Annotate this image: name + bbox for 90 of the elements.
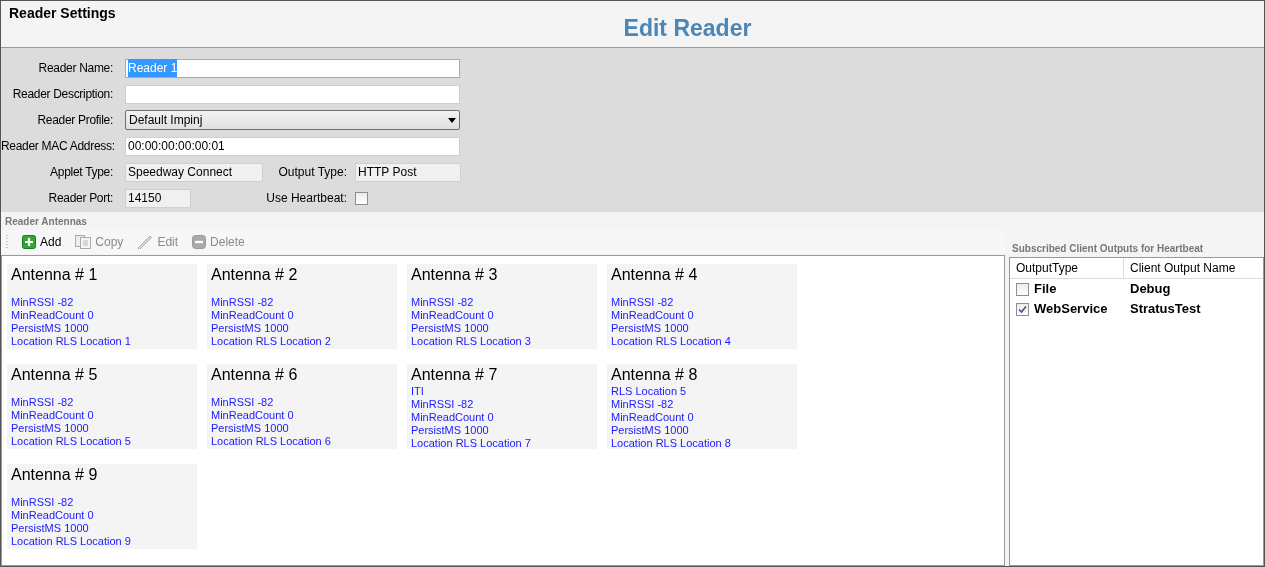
- antenna-property: MinRSSI -82: [411, 398, 475, 411]
- antenna-property: Location RLS Location 1: [11, 335, 132, 348]
- field-label: Reader Name:: [37, 60, 114, 77]
- antenna-property: PersistMS 1000: [211, 322, 290, 335]
- antenna-property: MinReadCount 0: [611, 411, 695, 424]
- antenna-title: Antenna # 2: [211, 265, 299, 285]
- antenna-title: Antenna # 7: [411, 365, 499, 385]
- field-label: Applet Type:: [49, 164, 114, 181]
- antenna-card[interactable]: Antenna # 6 MinRSSI -82 MinReadCount 0 PersistMS 1000 Location RLS Location 6: [207, 364, 397, 449]
- field-label: Use Heartbeat:: [265, 190, 348, 207]
- field-label: Output Type:: [277, 164, 348, 181]
- antenna-title: Antenna # 1: [11, 265, 99, 285]
- antenna-property: MinRSSI -82: [211, 396, 275, 409]
- plus-icon: [22, 235, 36, 249]
- antenna-card[interactable]: Antenna # 4 MinRSSI -82 MinReadCount 0 PersistMS 1000 Location RLS Location 4: [607, 264, 797, 349]
- antenna-property: MinRSSI -82: [611, 296, 675, 309]
- applet-type-field: Speedway Connect: [125, 162, 263, 182]
- antenna-card[interactable]: Antenna # 9 MinRSSI -82 MinReadCount 0 PersistMS 1000 Location RLS Location 9: [7, 464, 197, 549]
- antenna-property: PersistMS 1000: [11, 322, 90, 335]
- field-label: Reader MAC Address:: [1, 138, 116, 155]
- antenna-property: PersistMS 1000: [211, 422, 290, 435]
- antenna-property: Location RLS Location 2: [211, 335, 332, 348]
- antenna-card[interactable]: Antenna # 7 ITI MinRSSI -82 MinReadCount 0 PersistMS 1000 Location RLS Location 7: [407, 364, 597, 449]
- antenna-property: MinRSSI -82: [411, 296, 475, 309]
- field-value: Reader 1: [128, 59, 178, 77]
- antenna-property: PersistMS 1000: [11, 422, 90, 435]
- section-title: Subscribed Client Outputs for Heartbeat: [1011, 242, 1205, 256]
- antenna-card[interactable]: Antenna # 2 MinRSSI -82 MinReadCount 0 PersistMS 1000 Location RLS Location 2: [207, 264, 397, 349]
- antenna-property: MinRSSI -82: [611, 398, 675, 411]
- antenna-property: MinReadCount 0: [11, 309, 95, 322]
- antenna-title: Antenna # 8: [611, 365, 699, 385]
- section-title: Reader Antennas: [4, 215, 88, 229]
- antenna-property: PersistMS 1000: [411, 424, 490, 437]
- antenna-property: Location RLS Location 9: [11, 535, 132, 548]
- antenna-property: MinReadCount 0: [11, 409, 95, 422]
- antenna-property: Location RLS Location 8: [611, 437, 732, 450]
- antenna-property: Location RLS Location 6: [211, 435, 332, 448]
- antenna-property: Location RLS Location 4: [611, 335, 732, 348]
- antenna-property: MinReadCount 0: [211, 409, 295, 422]
- column-header[interactable]: Client Output Name: [1124, 258, 1263, 278]
- field-label: Reader Port:: [47, 190, 114, 207]
- field-label: Reader Description:: [11, 86, 114, 103]
- antenna-property: MinRSSI -82: [11, 496, 75, 509]
- antenna-property: MinRSSI -82: [211, 296, 275, 309]
- antenna-property: PersistMS 1000: [611, 322, 690, 335]
- antenna-card[interactable]: Antenna # 3 MinRSSI -82 MinReadCount 0 PersistMS 1000 Location RLS Location 3: [407, 264, 597, 349]
- reader-port-field: 14150: [125, 188, 191, 208]
- mac-address-field[interactable]: 00:00:00:00:00:01: [125, 136, 460, 156]
- antenna-card[interactable]: Antenna # 1 MinRSSI -82 MinReadCount 0 PersistMS 1000 Location RLS Location 1: [7, 264, 197, 349]
- antenna-title: Antenna # 9: [11, 465, 99, 485]
- antenna-property: Location RLS Location 5: [11, 435, 132, 448]
- antenna-title: Antenna # 5: [11, 365, 99, 385]
- table-cell-text: StratusTest: [1129, 300, 1201, 319]
- checkbox[interactable]: [1016, 302, 1029, 316]
- antenna-property: Location RLS Location 3: [411, 335, 532, 348]
- antenna-card[interactable]: Antenna # 5 MinRSSI -82 MinReadCount 0 PersistMS 1000 Location RLS Location 5: [7, 364, 197, 449]
- field-label: Reader Profile:: [36, 112, 114, 129]
- checkbox[interactable]: [1016, 282, 1029, 296]
- table-cell-text: File: [1034, 280, 1057, 299]
- antenna-property: MinReadCount 0: [411, 411, 495, 424]
- window-title: Reader Settings: [8, 4, 116, 23]
- copy-icon: [75, 235, 92, 249]
- antenna-property: MinReadCount 0: [611, 309, 695, 322]
- reader-profile-dropdown[interactable]: Default Impinj: [125, 110, 460, 130]
- antenna-property: PersistMS 1000: [411, 322, 490, 335]
- minus-icon: [192, 235, 207, 249]
- antenna-title: Antenna # 4: [611, 265, 699, 285]
- antenna-property: PersistMS 1000: [611, 424, 690, 437]
- antenna-card[interactable]: Antenna # 8 RLS Location 5 MinRSSI -82 MinReadCount 0 PersistMS 1000 Location RLS Location 8: [607, 364, 797, 449]
- antenna-property: MinReadCount 0: [11, 509, 95, 522]
- table-cell-text: WebService: [1034, 300, 1108, 319]
- dropdown-arrow-icon: [448, 117, 456, 123]
- pencil-icon: [137, 235, 154, 249]
- checkbox[interactable]: [355, 191, 368, 205]
- antenna-property: PersistMS 1000: [11, 522, 90, 535]
- antenna-title: Antenna # 6: [211, 365, 299, 385]
- output-type-field: HTTP Post: [355, 162, 461, 182]
- antenna-property: RLS Location 5: [611, 385, 688, 398]
- table-cell-text: Debug: [1129, 280, 1171, 299]
- toolbar-button[interactable]: Add: [22, 233, 62, 251]
- antenna-property: MinReadCount 0: [411, 309, 495, 322]
- column-header[interactable]: OutputType: [1010, 258, 1124, 278]
- antenna-property: Location RLS Location 7: [411, 437, 532, 450]
- antenna-property: MinRSSI -82: [11, 396, 75, 409]
- antenna-property: MinRSSI -82: [11, 296, 75, 309]
- antenna-title: Antenna # 3: [411, 265, 499, 285]
- antenna-property: MinReadCount 0: [211, 309, 295, 322]
- antenna-property: ITI: [411, 385, 425, 398]
- page-heading: Edit Reader: [623, 14, 752, 43]
- reader-description-field[interactable]: [125, 84, 460, 104]
